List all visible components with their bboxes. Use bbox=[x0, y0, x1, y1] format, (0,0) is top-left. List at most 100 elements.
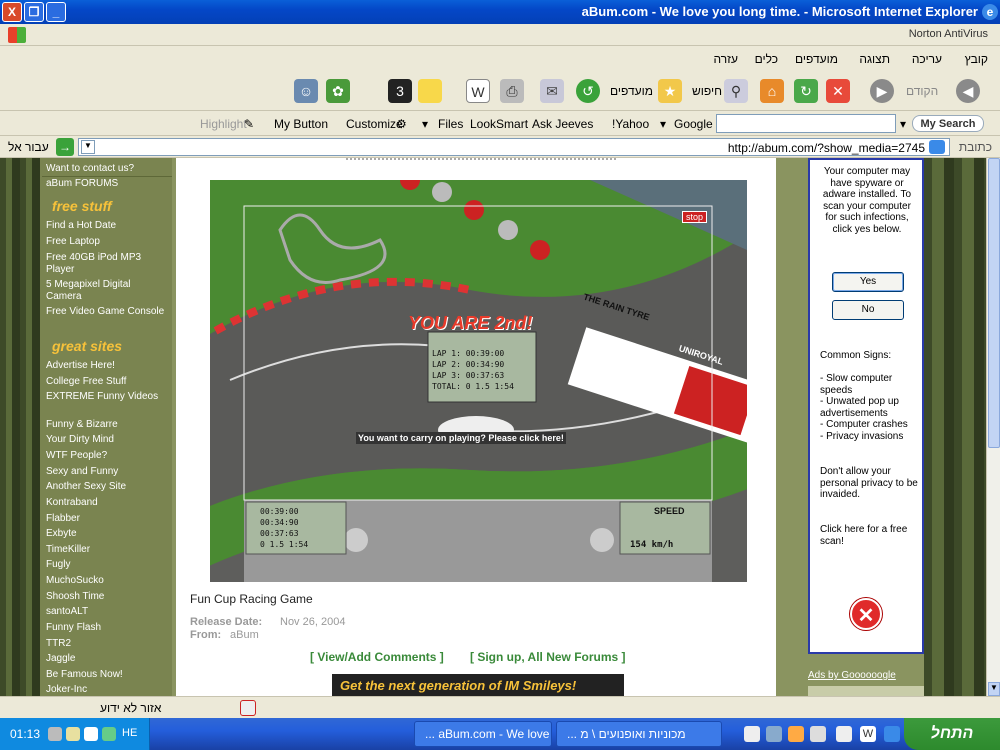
quicklaunch-app-icon[interactable] bbox=[766, 726, 782, 742]
sidebar-item-console[interactable]: Free Video Game Console bbox=[46, 306, 168, 318]
address-dropdown-icon[interactable]: ▼ bbox=[81, 140, 95, 154]
no-button[interactable]: No bbox=[832, 300, 904, 320]
clover-icon[interactable]: ✿ bbox=[326, 79, 350, 103]
task-abum[interactable]: ... aBum.com - We love bbox=[414, 721, 552, 747]
stop-button[interactable]: stop bbox=[682, 211, 708, 223]
search-icon[interactable]: ⚲ bbox=[724, 79, 748, 103]
update-icon[interactable] bbox=[102, 727, 116, 741]
sidebar-item-flabber[interactable]: Flabber bbox=[46, 513, 168, 525]
sidebar-item-be-famous[interactable]: Be Famous Now! bbox=[46, 669, 168, 681]
menu-file[interactable]: קובץ bbox=[965, 52, 988, 66]
antivirus-icon[interactable] bbox=[84, 727, 98, 741]
sidebar-item-jaggle[interactable]: Jaggle bbox=[46, 653, 168, 665]
favorites-label[interactable]: מועדפים bbox=[610, 84, 653, 98]
sidebar-item-shoosh[interactable]: Shoosh Time bbox=[46, 591, 168, 603]
popup-blocked-icon[interactable] bbox=[240, 700, 256, 716]
racing-game[interactable]: stop YOU ARE 2nd! LAP 1: 00:39:00 LAP 2:… bbox=[210, 180, 747, 582]
sidebar-item-forums[interactable]: aBum FORUMS bbox=[46, 178, 168, 190]
sidebar-item-wtf[interactable]: WTF People? bbox=[46, 450, 168, 462]
home-icon[interactable]: ⌂ bbox=[760, 79, 784, 103]
looksmart-button[interactable]: LookSmart bbox=[470, 117, 528, 131]
sidebar-item-muchosucko[interactable]: MuchoSucko bbox=[46, 575, 168, 587]
google-dropdown-icon[interactable]: ▾ bbox=[660, 117, 666, 131]
language-indicator[interactable]: HE bbox=[122, 727, 137, 739]
free-scan-link[interactable]: Click here for a free scan! bbox=[820, 524, 918, 547]
task-folder[interactable]: ... מכוניות ואופנועים \ מ bbox=[556, 721, 722, 747]
quicklaunch-word-icon[interactable]: W bbox=[860, 726, 876, 742]
smileys-banner[interactable]: Get the next generation of IM Smileys! bbox=[332, 674, 624, 696]
back-arrow-icon[interactable]: ◀ bbox=[956, 79, 980, 103]
sidebar-item-laptop[interactable]: Free Laptop bbox=[46, 236, 168, 248]
sidebar-item-advertise[interactable]: Advertise Here! bbox=[46, 360, 168, 372]
people-icon[interactable]: ☺ bbox=[294, 79, 318, 103]
view-comments-link[interactable]: [ View/Add Comments ] bbox=[310, 650, 444, 664]
mysearch-dropdown-icon[interactable]: ▾ bbox=[900, 117, 906, 131]
google-button[interactable]: Google bbox=[674, 117, 713, 131]
mail-icon[interactable]: ✉ bbox=[540, 79, 564, 103]
quicklaunch-show-desktop-icon[interactable] bbox=[744, 726, 760, 742]
favorites-star-icon[interactable]: ★ bbox=[658, 79, 682, 103]
quicklaunch-media-icon[interactable] bbox=[788, 726, 804, 742]
yahoo-button[interactable]: !Yahoo bbox=[612, 117, 649, 131]
search-label[interactable]: חיפוש bbox=[692, 84, 722, 98]
clock[interactable]: 01:13 bbox=[10, 727, 40, 741]
yes-button[interactable]: Yes bbox=[832, 272, 904, 292]
go-button[interactable]: עבור אל → bbox=[4, 138, 74, 156]
sidebar-item-hot-date[interactable]: Find a Hot Date bbox=[46, 220, 168, 232]
sidebar-item-sexy-funny[interactable]: Sexy and Funny bbox=[46, 466, 168, 478]
start-button[interactable]: התחל bbox=[904, 718, 1000, 750]
menu-help[interactable]: עזרה bbox=[713, 52, 738, 66]
menu-tools[interactable]: כלים bbox=[755, 52, 778, 66]
sidebar-item-college[interactable]: College Free Stuff bbox=[46, 376, 168, 388]
mysearch-button[interactable]: My Search bbox=[912, 115, 984, 132]
restore-button[interactable]: ❐ bbox=[24, 2, 44, 22]
norton-label[interactable]: Norton AntiVirus bbox=[909, 28, 988, 40]
refresh-icon[interactable]: ↻ bbox=[794, 79, 818, 103]
sidebar-item-dirty-mind[interactable]: Your Dirty Mind bbox=[46, 434, 168, 446]
menu-favorites[interactable]: מועדפים bbox=[795, 52, 838, 66]
scroll-down-arrow-icon[interactable]: ▼ bbox=[988, 682, 1000, 696]
close-button[interactable]: X bbox=[2, 2, 22, 22]
signup-forums-link[interactable]: [ Sign up, All New Forums ] bbox=[470, 650, 626, 664]
vertical-scrollbar[interactable]: ▼ bbox=[986, 158, 1000, 696]
sidebar-item-timekiller[interactable]: TimeKiller bbox=[46, 544, 168, 556]
sidebar-item-joker[interactable]: Joker-Inc bbox=[46, 684, 168, 696]
sidebar-item-fugly[interactable]: Fugly bbox=[46, 559, 168, 571]
quicklaunch-player-icon[interactable] bbox=[836, 726, 852, 742]
sidebar-item-kontraband[interactable]: Kontraband bbox=[46, 497, 168, 509]
quicklaunch-explorer-icon[interactable] bbox=[810, 726, 826, 742]
highlight-button[interactable]: Highlight bbox=[200, 117, 247, 131]
sound-icon[interactable] bbox=[66, 727, 80, 741]
ask-jeeves-button[interactable]: Ask Jeeves bbox=[532, 117, 593, 131]
continue-prompt[interactable]: You want to carry on playing? Please cli… bbox=[356, 432, 566, 444]
sidebar-item-another-sexy[interactable]: Another Sexy Site bbox=[46, 481, 168, 493]
customize-button[interactable]: Customize bbox=[346, 117, 403, 131]
sidebar-item-ttr2[interactable]: TTR2 bbox=[46, 638, 168, 650]
files-button[interactable]: Files bbox=[438, 117, 463, 131]
ads-by-google-link[interactable]: Ads by Goooooogle bbox=[808, 670, 896, 681]
back-label[interactable]: הקודם bbox=[906, 84, 938, 98]
minimize-button[interactable]: _ bbox=[46, 2, 66, 22]
menu-view[interactable]: תצוגה bbox=[859, 52, 890, 66]
forward-arrow-icon[interactable]: ▶ bbox=[870, 79, 894, 103]
network-icon[interactable] bbox=[48, 727, 62, 741]
sidebar-item-ipod[interactable]: Free 40GB iPod MP3 Player bbox=[46, 252, 168, 276]
print-icon[interactable]: ⎙ bbox=[500, 79, 524, 103]
address-input[interactable]: ▼ http://abum.com/?show_media=2745 bbox=[78, 138, 950, 156]
sidebar-item-extreme[interactable]: EXTREME Funny Videos bbox=[46, 391, 168, 403]
sidebar-item-funny-flash[interactable]: Funny Flash bbox=[46, 622, 168, 634]
history-icon[interactable]: ↺ bbox=[576, 79, 600, 103]
my-button[interactable]: My Button bbox=[274, 117, 328, 131]
google-search-input[interactable] bbox=[716, 114, 896, 133]
sidebar-item-santoalt[interactable]: santoALT bbox=[46, 606, 168, 618]
word-edit-icon[interactable]: W bbox=[466, 79, 490, 103]
sticky-note-icon[interactable] bbox=[418, 79, 442, 103]
stop-icon[interactable]: ✕ bbox=[826, 79, 850, 103]
quicklaunch-ie-icon[interactable] bbox=[884, 726, 900, 742]
chevron-down-icon[interactable]: ▾ bbox=[422, 117, 428, 131]
sidebar-item-funny-bizarre[interactable]: Funny & Bizarre bbox=[46, 419, 168, 431]
sidebar-item-contact[interactable]: Want to contact us? bbox=[46, 163, 168, 175]
messenger-icon[interactable]: 3 bbox=[388, 79, 412, 103]
sidebar-item-exbyte[interactable]: Exbyte bbox=[46, 528, 168, 540]
menu-edit[interactable]: עריכה bbox=[912, 52, 942, 66]
